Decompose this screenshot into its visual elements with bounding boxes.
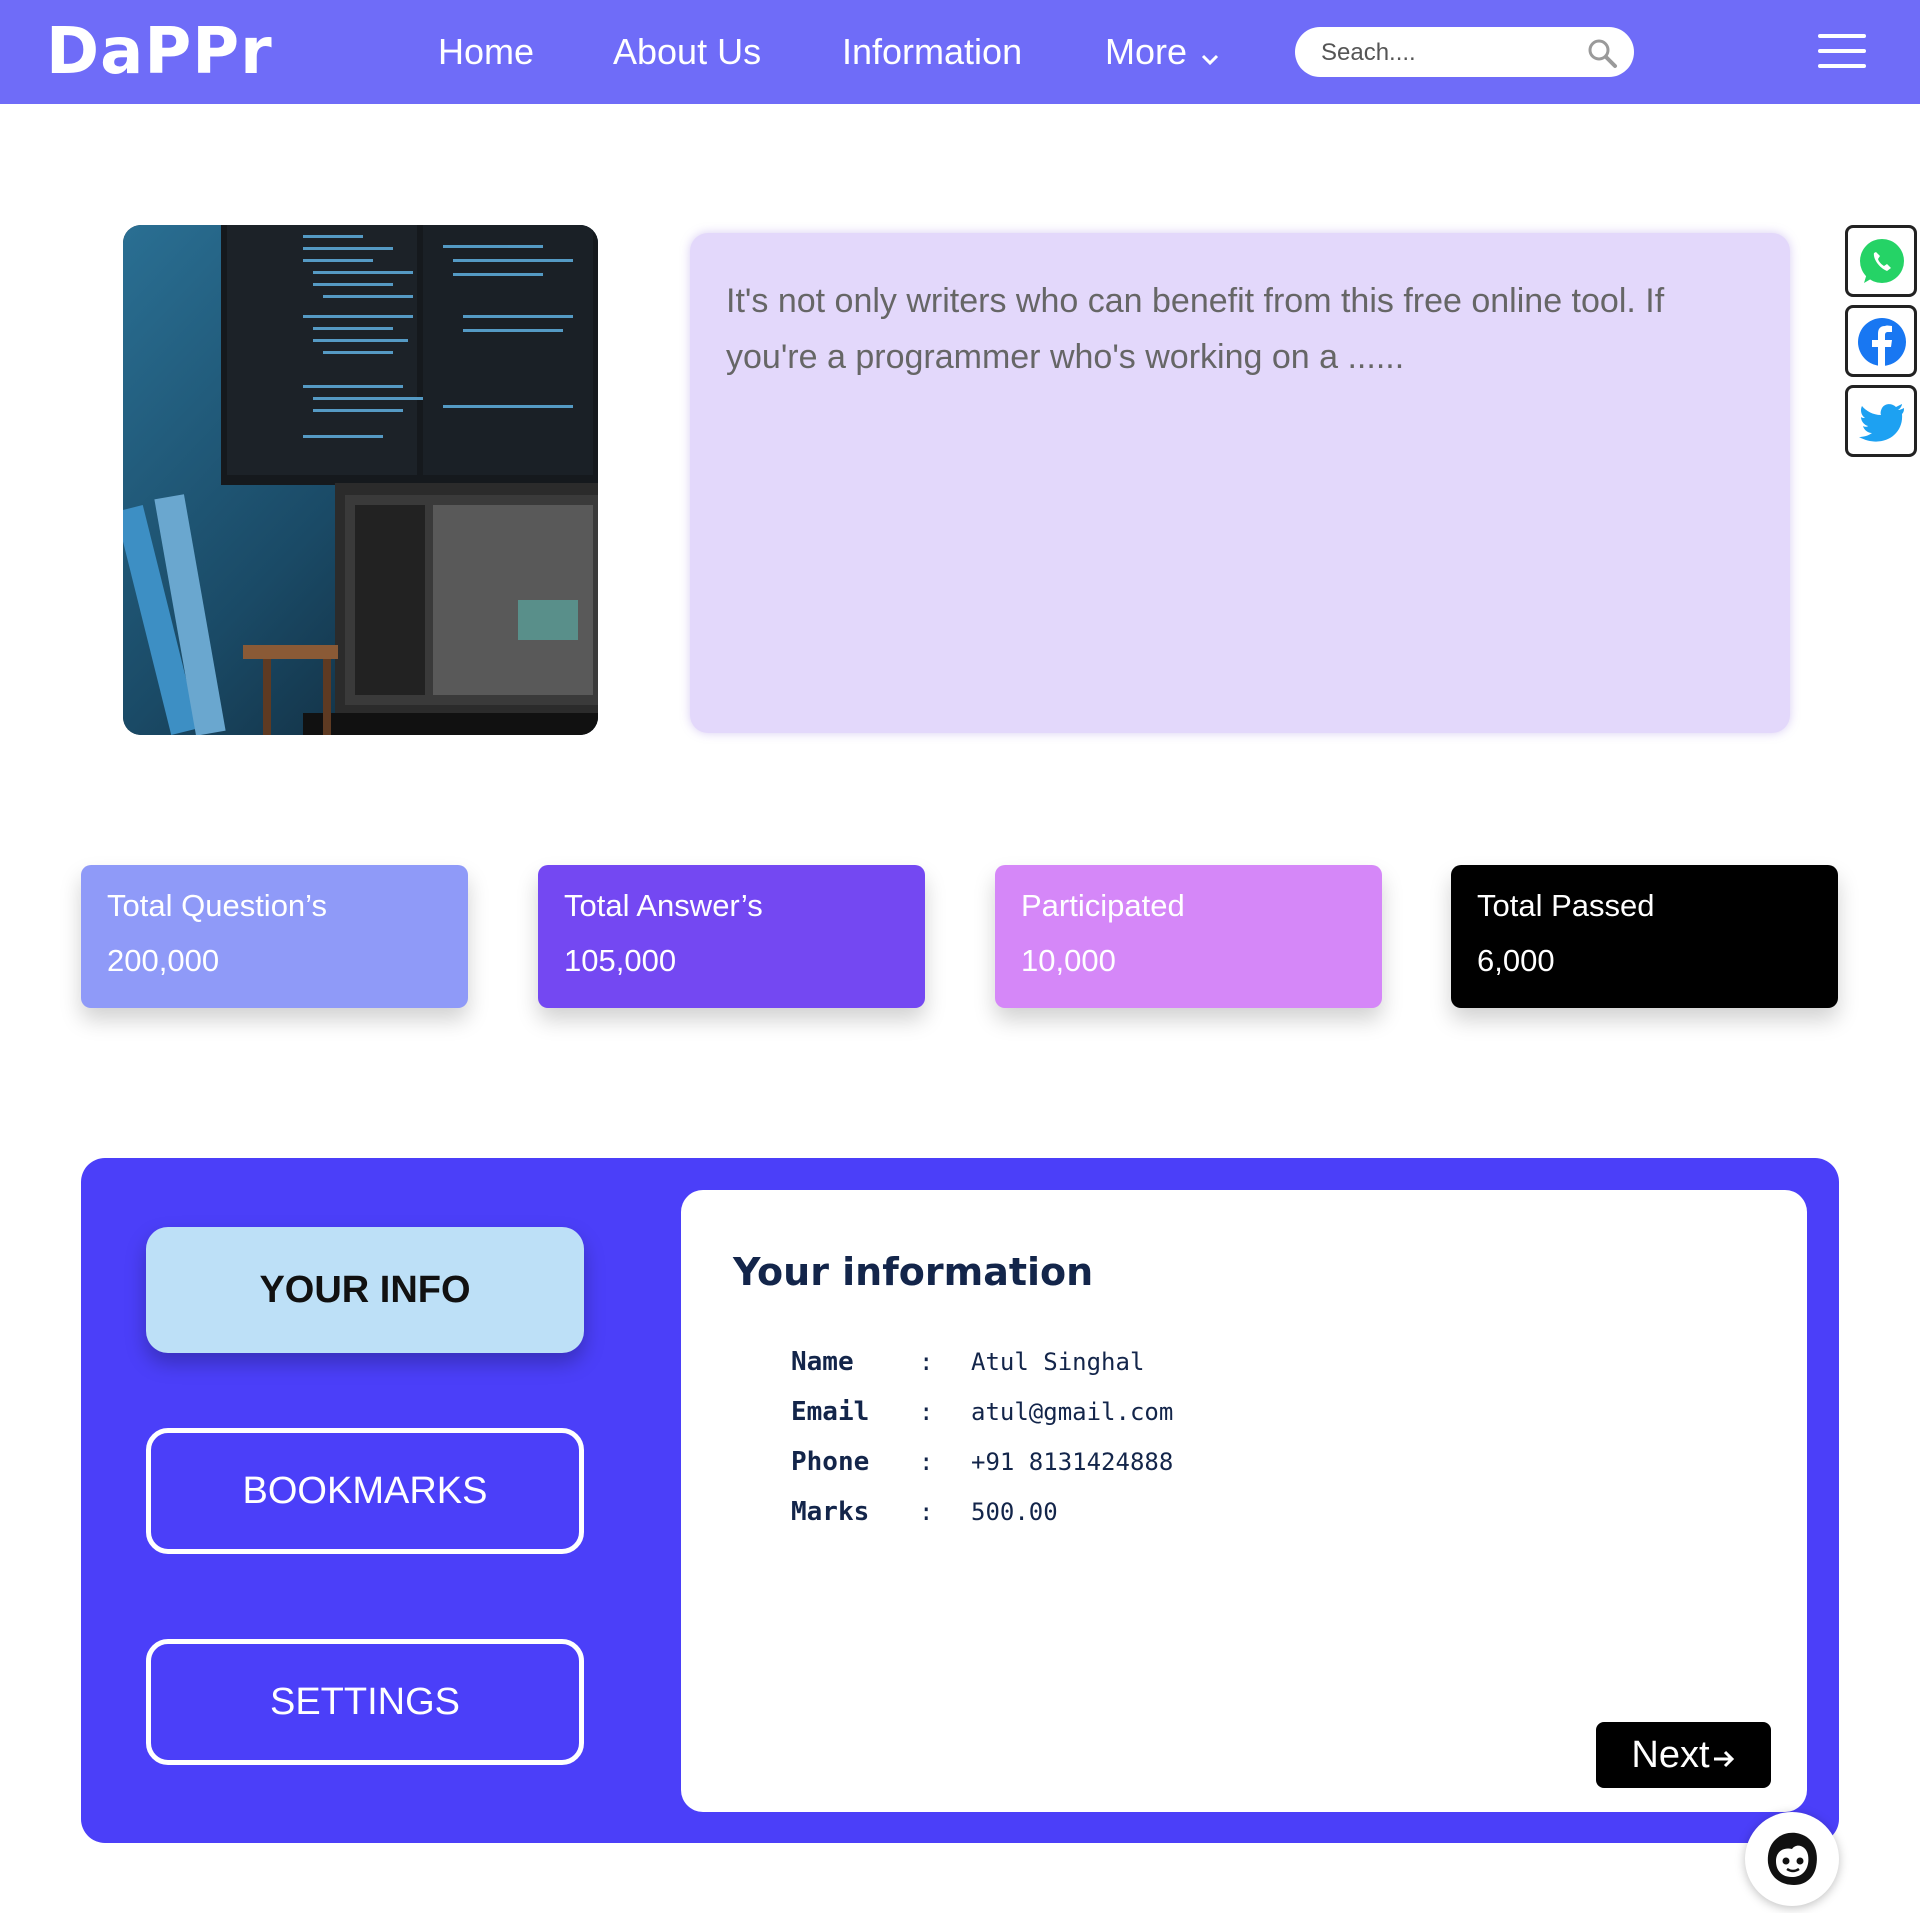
bookmarks-button[interactable]: BOOKMARKS [146,1428,584,1554]
search-input[interactable] [1319,35,1573,71]
stat-label: Total Passed [1477,888,1655,923]
info-separator: : [919,1498,934,1526]
search-box [1295,27,1634,77]
chevron-down-icon [1201,30,1219,78]
arrow-right-icon [1712,1724,1736,1790]
stat-card-total-answers: Total Answer’s 105,000 [538,865,925,1008]
info-key: Phone [791,1447,870,1477]
info-value: Atul Singhal [971,1348,1145,1376]
stat-card-participated: Participated 10,000 [995,865,1382,1008]
hamburger-menu-icon[interactable] [1818,34,1868,68]
info-separator: : [919,1448,934,1476]
nav-link-about-us[interactable]: About Us [613,28,761,76]
nav-link-information[interactable]: Information [842,28,1022,76]
profile-panel: YOUR INFO BOOKMARKS SETTINGS Your inform… [81,1158,1839,1843]
stat-value: 105,000 [564,943,677,978]
info-value: atul@gmail.com [971,1398,1174,1426]
info-separator: : [919,1348,934,1376]
info-key: Email [791,1397,870,1427]
info-key: Name [791,1347,854,1377]
stat-value: 200,000 [107,943,220,978]
navbar: DaPPr Home About Us Information More [0,0,1920,104]
nav-link-more-label: More [1105,31,1188,72]
hero-text-card: It's not only writers who can benefit fr… [690,233,1790,733]
info-separator: : [919,1398,934,1426]
whatsapp-icon[interactable] [1845,225,1917,297]
hero-text: It's not only writers who can benefit fr… [726,282,1665,376]
stat-card-total-questions: Total Question’s 200,000 [81,865,468,1008]
info-title: Your information [733,1250,1094,1294]
info-card: Your information Name : Atul Singhal Ema… [681,1190,1807,1812]
facebook-icon[interactable] [1845,305,1917,377]
hero-image [123,225,598,735]
search-icon[interactable] [1586,37,1618,69]
info-value: 500.00 [971,1498,1058,1526]
next-button[interactable]: Next [1596,1722,1771,1788]
settings-button[interactable]: SETTINGS [146,1639,584,1765]
info-value: +91 8131424888 [971,1448,1174,1476]
stat-value: 6,000 [1477,943,1555,978]
next-button-label: Next [1631,1734,1710,1776]
stat-label: Total Question’s [107,888,327,923]
info-key: Marks [791,1497,870,1527]
nav-dropdown-more[interactable]: More [1105,28,1219,76]
nav-link-home[interactable]: Home [438,28,534,76]
stat-label: Total Answer’s [564,888,763,923]
your-info-button[interactable]: YOUR INFO [146,1227,584,1353]
logo[interactable]: DaPPr [46,14,273,90]
stat-card-total-passed: Total Passed 6,000 [1451,865,1838,1008]
stat-label: Participated [1021,888,1185,923]
chat-support-avatar-icon[interactable] [1745,1812,1839,1906]
stat-value: 10,000 [1021,943,1116,978]
twitter-icon[interactable] [1845,385,1917,457]
